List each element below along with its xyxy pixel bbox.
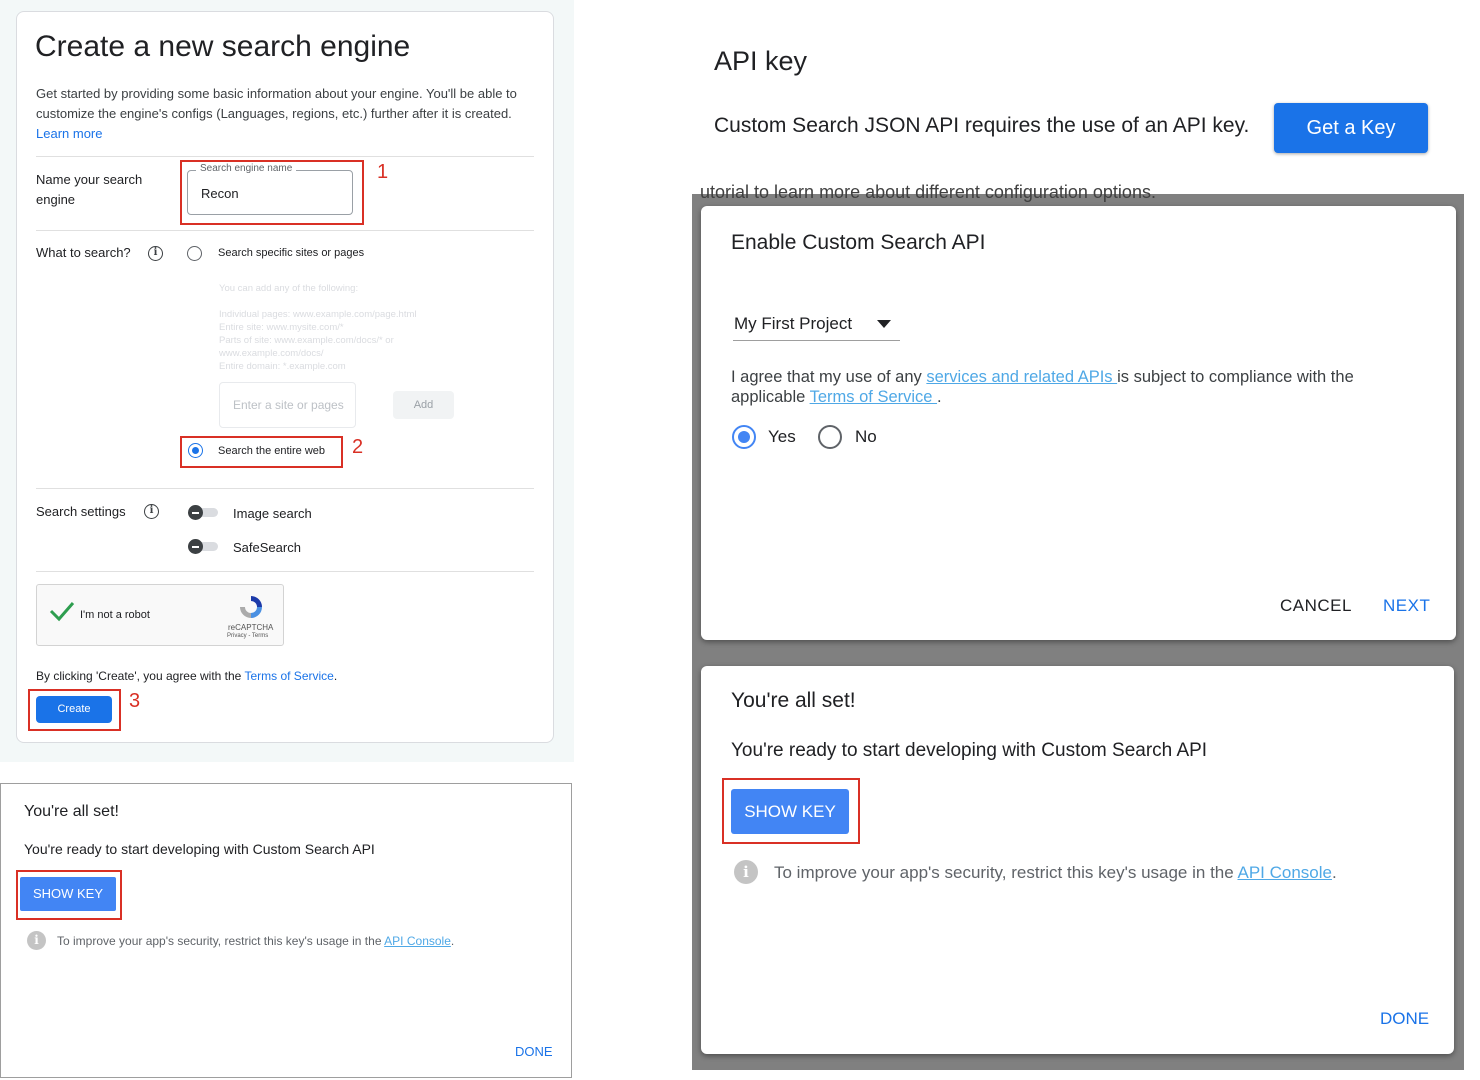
dialog-title: You're all set!: [24, 803, 119, 820]
example-item: Entire domain: *.example.com: [219, 361, 346, 372]
project-value: My First Project: [734, 314, 853, 333]
learn-more-link[interactable]: Learn more: [36, 126, 102, 141]
cancel-button[interactable]: CANCEL: [1280, 596, 1352, 616]
terms-suffix: .: [333, 669, 338, 683]
api-console-link[interactable]: API Console: [384, 934, 451, 948]
radio-yes[interactable]: [732, 425, 756, 449]
project-select[interactable]: My First Project: [733, 310, 900, 341]
option-specific-label: Search specific sites or pages: [218, 247, 365, 259]
example-item: Individual pages: www.example.com/page.h…: [219, 309, 417, 320]
security-note: To improve your app's security, restrict…: [774, 863, 1337, 883]
api-console-link[interactable]: API Console: [1237, 863, 1332, 882]
captcha-brand: reCAPTCHA: [228, 623, 274, 632]
captcha-links[interactable]: Privacy - Terms: [227, 633, 268, 639]
add-site-button[interactable]: Add: [393, 391, 454, 419]
background-text: utorial to learn more about different co…: [700, 182, 1156, 202]
annotation-number-1: 1: [377, 161, 389, 183]
all-set-dialog-large: You're all set! You're ready to start de…: [701, 666, 1454, 1054]
info-icon[interactable]: i: [148, 246, 163, 261]
radio-no[interactable]: [818, 425, 842, 449]
terms-link[interactable]: Terms of Service: [244, 669, 333, 683]
yes-label: Yes: [768, 427, 796, 446]
search-settings-label: Search settings: [36, 504, 126, 519]
divider: [36, 571, 534, 572]
annotation-box-3: [28, 689, 121, 731]
agreement-text: I agree that my use of any services and …: [731, 367, 1421, 407]
recaptcha-logo-icon: [240, 596, 262, 618]
done-button[interactable]: DONE: [515, 1044, 553, 1059]
safesearch-label: SafeSearch: [233, 540, 301, 555]
enable-api-dialog: Enable Custom Search API My First Projec…: [701, 206, 1456, 640]
note-suffix: .: [1331, 863, 1337, 882]
page-title: Create a new search engine: [35, 30, 411, 63]
dialog-title: You're all set!: [731, 689, 856, 712]
terms-prefix: By clicking 'Create', you agree with the: [36, 669, 245, 683]
annotation-box-1: [180, 160, 364, 225]
annotation-box-2: [180, 436, 343, 468]
next-button[interactable]: NEXT: [1383, 596, 1430, 616]
agree-prefix: I agree that my use of any: [731, 368, 927, 386]
example-item: Entire site: www.mysite.com/*: [219, 322, 344, 333]
recaptcha-widget[interactable]: I'm not a robot reCAPTCHA Privacy - Term…: [36, 584, 284, 646]
all-set-dialog-small: You're all set! You're ready to start de…: [0, 783, 572, 1078]
note-text: To improve your app's security, restrict…: [774, 863, 1238, 882]
terms-notice: By clicking 'Create', you agree with the…: [36, 669, 337, 683]
note-text: To improve your app's security, restrict…: [57, 934, 385, 948]
no-label: No: [855, 427, 877, 446]
description-text: Get started by providing some basic info…: [36, 86, 517, 121]
radio-specific-sites[interactable]: [187, 246, 202, 261]
info-icon: i: [734, 860, 758, 884]
annotation-box: [722, 778, 860, 844]
agree-suffix: .: [937, 388, 942, 406]
api-key-text: Custom Search JSON API requires the use …: [714, 114, 1250, 137]
examples-list: Individual pages: www.example.com/page.h…: [219, 308, 449, 373]
site-input[interactable]: Enter a site or pages: [219, 382, 356, 428]
image-search-label: Image search: [233, 506, 312, 521]
get-key-button[interactable]: Get a Key: [1274, 103, 1428, 153]
example-item: Parts of site: www.example.com/docs/* or…: [219, 335, 394, 359]
info-icon[interactable]: i: [144, 504, 159, 519]
services-link[interactable]: services and related APIs: [926, 368, 1117, 386]
what-to-search-label: What to search?: [36, 245, 131, 260]
create-engine-panel: Create a new search engine Get started b…: [0, 0, 574, 762]
annotation-number-3: 3: [129, 690, 141, 712]
dialog-title: Enable Custom Search API: [731, 231, 986, 254]
done-button[interactable]: DONE: [1380, 1009, 1429, 1029]
annotation-number-2: 2: [352, 436, 364, 458]
image-search-toggle[interactable]: [188, 505, 220, 520]
info-icon: i: [27, 931, 46, 950]
divider: [36, 156, 534, 157]
security-note: To improve your app's security, restrict…: [57, 934, 454, 948]
checkmark-icon: [49, 602, 75, 622]
divider: [36, 230, 534, 231]
api-key-title: API key: [714, 46, 808, 76]
dialog-subtitle: You're ready to start developing with Cu…: [731, 740, 1208, 761]
captcha-label: I'm not a robot: [80, 609, 150, 621]
safesearch-toggle[interactable]: [188, 539, 220, 554]
terms-link[interactable]: Terms of Service: [810, 388, 937, 406]
divider: [36, 488, 534, 489]
add-hint: You can add any of the following:: [219, 283, 359, 294]
name-label: Name your search engine: [36, 172, 143, 207]
note-suffix: .: [450, 934, 455, 948]
dropdown-arrow-icon: [877, 320, 891, 328]
dialog-subtitle: You're ready to start developing with Cu…: [24, 841, 375, 857]
engine-description: Get started by providing some basic info…: [36, 84, 536, 144]
annotation-box: [16, 870, 122, 920]
